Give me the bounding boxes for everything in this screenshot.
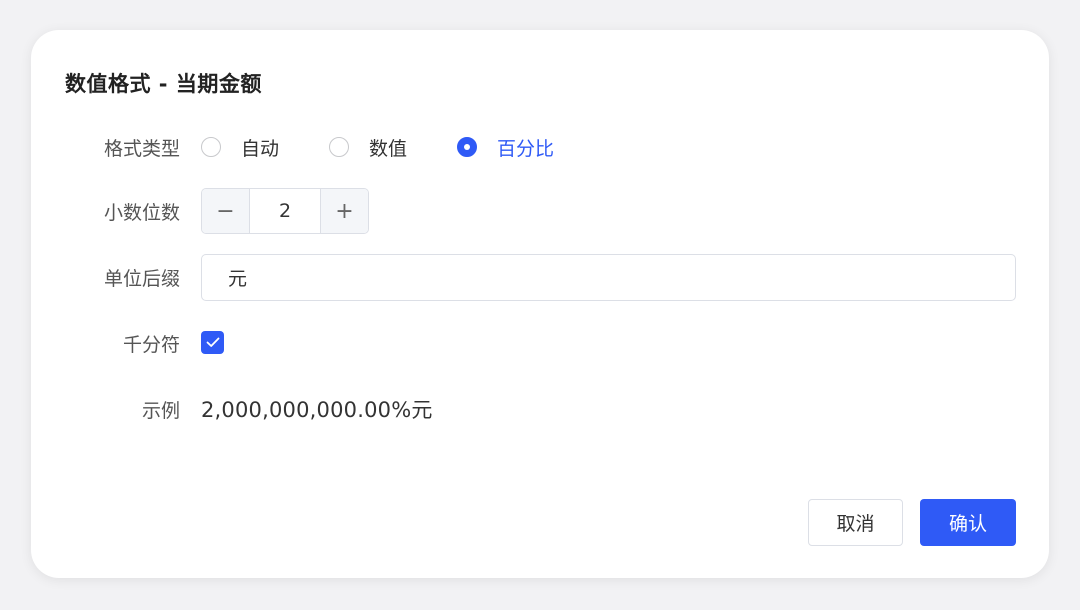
thousands-separator-checkbox[interactable] xyxy=(201,331,224,354)
increment-button[interactable]: + xyxy=(320,189,368,233)
decimal-places-label: 小数位数 xyxy=(103,202,180,224)
number-format-dialog: 数值格式 - 当期金额 格式类型 自动 数值 百分比 小数位数 − 2 + 单位… xyxy=(31,30,1049,578)
dialog-title: 数值格式 - 当期金额 xyxy=(65,72,262,96)
cancel-button[interactable]: 取消 xyxy=(808,499,903,546)
decimal-places-stepper: − 2 + xyxy=(201,188,369,234)
format-type-label: 格式类型 xyxy=(103,138,180,160)
unit-suffix-label: 单位后缀 xyxy=(103,268,180,290)
example-value: 2,000,000,000.00%元 xyxy=(201,398,433,422)
radio-option-auto[interactable]: 自动 xyxy=(201,134,279,161)
confirm-button[interactable]: 确认 xyxy=(920,499,1016,546)
radio-circle[interactable] xyxy=(201,137,221,157)
radio-circle[interactable] xyxy=(329,137,350,157)
radio-option-percent[interactable]: 百分比 xyxy=(457,134,554,161)
radio-option-number[interactable]: 数值 xyxy=(329,134,407,161)
thousands-separator-label: 千分符 xyxy=(122,334,180,356)
example-label: 示例 xyxy=(141,400,180,422)
radio-label-number: 数值 xyxy=(369,137,408,160)
unit-suffix-input[interactable] xyxy=(201,254,1016,301)
format-type-radio-group: 自动 数值 百分比 xyxy=(201,133,604,161)
check-icon xyxy=(206,337,219,347)
decrement-button[interactable]: − xyxy=(202,189,250,233)
radio-circle-selected[interactable] xyxy=(457,137,478,157)
radio-label-auto: 自动 xyxy=(241,137,280,160)
decimal-places-value[interactable]: 2 xyxy=(250,189,320,233)
radio-label-percent: 百分比 xyxy=(497,137,555,160)
